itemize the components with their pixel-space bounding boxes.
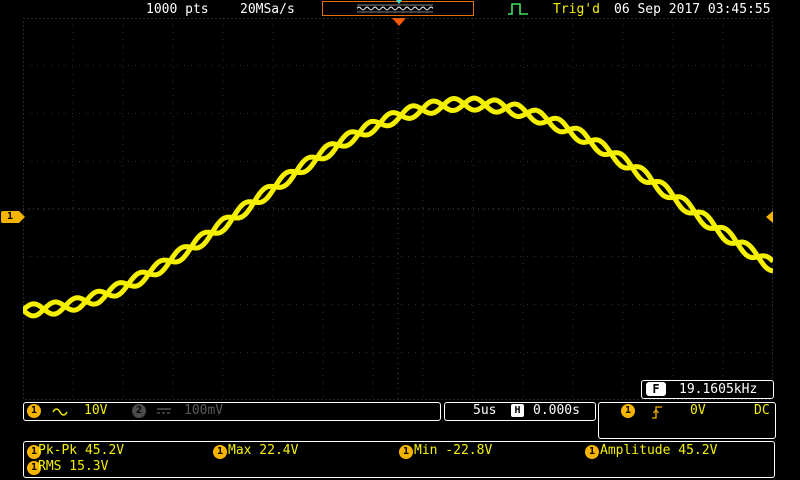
ac-coupling-icon	[52, 408, 68, 416]
measurement-rms: RMS 15.3V	[38, 459, 109, 474]
measurement-min: Min -22.8V	[414, 443, 493, 458]
dc-coupling-icon	[157, 408, 171, 414]
trigger-status: Trig'd	[553, 2, 600, 17]
measurement-max: Max 22.4V	[228, 443, 299, 458]
memory-position-marker	[396, 0, 402, 4]
memory-bar[interactable]	[322, 0, 474, 16]
trigger-run-icon	[508, 3, 528, 15]
waveform-display[interactable]	[23, 18, 773, 400]
ch1-scale: 10V	[84, 403, 108, 418]
ch1-waveform-envelope	[23, 95, 773, 317]
graticule	[23, 18, 773, 400]
measurement-ch-chip: 1	[399, 445, 413, 459]
measurement-pkpk: Pk-Pk 45.2V	[38, 443, 125, 458]
trigger-level: 0V	[690, 403, 706, 418]
rising-edge-icon	[652, 406, 662, 419]
ch2-chip[interactable]: 2	[132, 404, 146, 418]
measurement-amplitude: Amplitude 45.2V	[600, 443, 718, 458]
ch1-chip[interactable]: 1	[27, 404, 41, 418]
trigger-source-chip[interactable]: 1	[621, 404, 635, 418]
trigger-coupling: DC	[754, 403, 770, 418]
ch1-ground-marker[interactable]: 1	[1, 211, 25, 223]
channel-settings[interactable]: 1 10V 2 100mV	[23, 402, 441, 421]
measurement-ch-chip: 1	[213, 445, 227, 459]
date-time: 06 Sep 2017 03:45:55	[614, 2, 771, 17]
frequency-icon: F	[646, 382, 666, 396]
trigger-settings[interactable]: 1 0V DC	[598, 402, 776, 439]
frequency-value: 19.1605kHz	[679, 382, 758, 397]
trigger-level-marker[interactable]	[766, 211, 773, 223]
measurement-ch-chip: 1	[585, 445, 599, 459]
measurement-panel: 1 Pk-Pk 45.2V 1 Max 22.4V 1 Min -22.8V 1…	[23, 441, 775, 478]
horizontal-position: 0.000s	[533, 403, 580, 418]
timebase-settings[interactable]: 5us H 0.000s	[444, 402, 596, 421]
sample-rate: 20MSa/s	[240, 2, 295, 17]
frequency-counter: F 19.1605kHz	[641, 380, 774, 399]
record-length: 1000 pts	[146, 2, 209, 17]
memory-waveform-icon	[357, 4, 433, 13]
ch2-scale: 100mV	[184, 403, 224, 418]
horizontal-position-icon: H	[511, 404, 524, 417]
status-bar: 1000 pts 20MSa/s Trig'd 06 Sep 2017 03:4…	[0, 0, 800, 20]
timebase-scale: 5us	[473, 403, 497, 418]
